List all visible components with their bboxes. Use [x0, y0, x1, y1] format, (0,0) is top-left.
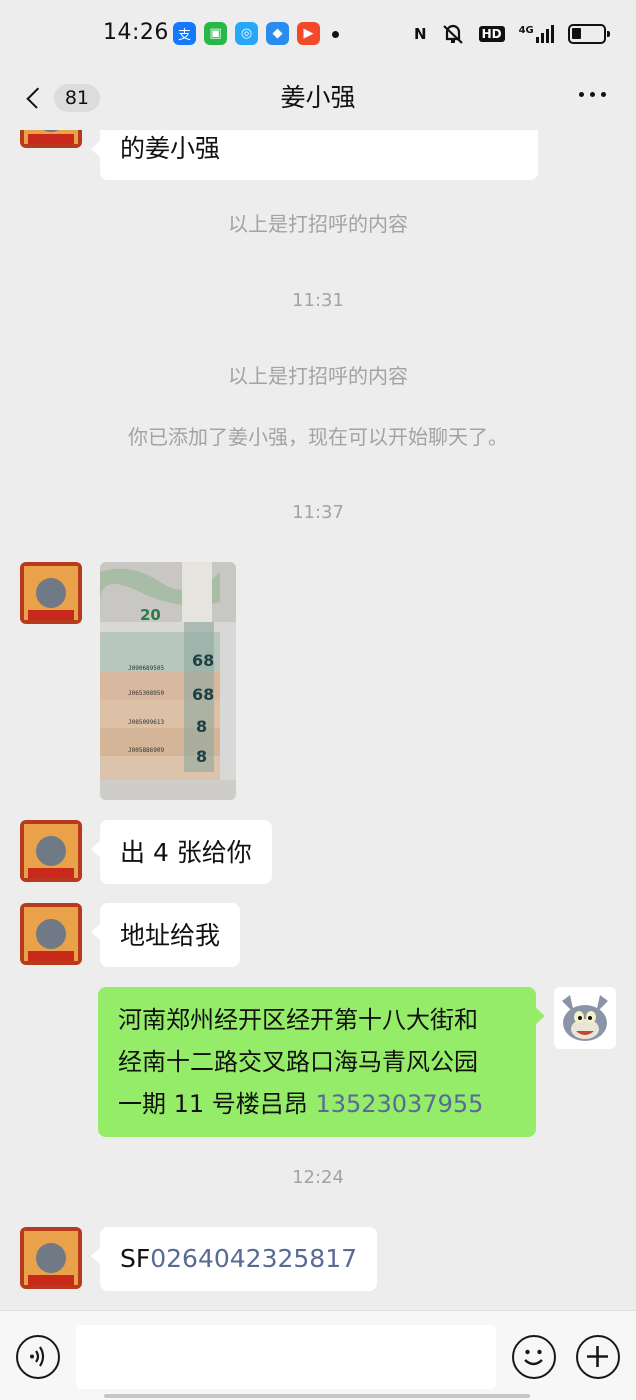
- photo-serial: J090689505: [128, 665, 165, 672]
- my-avatar[interactable]: [554, 987, 616, 1049]
- message-text: 地址给我: [120, 921, 221, 950]
- battery-icon: [567, 24, 610, 44]
- alipay-icon: 支: [173, 22, 196, 45]
- feather-app-icon: ◆: [266, 22, 289, 45]
- network-type: 4G: [518, 25, 534, 36]
- more-functions-button[interactable]: [576, 1335, 620, 1379]
- contact-avatar[interactable]: [20, 130, 82, 148]
- status-bar: 14:26 支 ▣ ◎ ◆ ▶ N HD 4G: [0, 0, 636, 70]
- message-text: 经南十二路交叉路口海马青风公园: [118, 1048, 478, 1076]
- message-app-icon: ▣: [204, 22, 227, 45]
- input-bar: [0, 1310, 636, 1400]
- message-text: 出 4 张给你: [120, 838, 252, 867]
- notification-icons: 支 ▣ ◎ ◆ ▶: [173, 22, 320, 45]
- more-options-button[interactable]: [579, 92, 606, 97]
- contact-avatar[interactable]: [20, 820, 82, 882]
- phone-number-link[interactable]: 13523037955: [315, 1090, 483, 1118]
- message-text: SF: [120, 1244, 151, 1273]
- hd-icon: HD: [478, 26, 505, 42]
- photo-denomination: 68: [192, 685, 214, 704]
- message-input[interactable]: [76, 1325, 496, 1389]
- message-bubble-incoming[interactable]: 地址给我: [90, 903, 241, 967]
- contact-avatar[interactable]: [20, 903, 82, 965]
- status-time: 14:26: [103, 20, 169, 45]
- contact-avatar[interactable]: [20, 1227, 82, 1289]
- friend-added-note: 你已添加了姜小强，现在可以开始聊天了。: [128, 425, 508, 449]
- more-notifications-dot: [332, 31, 339, 38]
- nfc-icon: N: [414, 25, 427, 43]
- message-bubble-incoming[interactable]: SF0264042325817: [90, 1227, 378, 1291]
- system-note: 以上是打招呼的内容: [228, 212, 408, 236]
- photo-denomination: 68: [192, 651, 214, 670]
- chat-header: 81 姜小强: [0, 70, 636, 130]
- photo-denomination: 8: [196, 717, 207, 736]
- timestamp: 11:31: [292, 290, 344, 311]
- photo-denomination: 8: [196, 747, 207, 766]
- contact-avatar[interactable]: [20, 562, 82, 624]
- message-bubble-incoming[interactable]: 的姜小强: [91, 130, 538, 180]
- more-dot-icon: [579, 92, 584, 97]
- timestamp: 12:24: [292, 1167, 344, 1188]
- plus-icon: [587, 1346, 608, 1367]
- mute-icon: [442, 24, 463, 44]
- chat-messages[interactable]: 的姜小强 以上是打招呼的内容 11:31 以上是打招呼的内容 你已添加了姜小强，…: [0, 130, 636, 1310]
- tracking-number-link[interactable]: 0264042325817: [150, 1244, 357, 1273]
- scroll-indicator: [104, 1394, 530, 1398]
- browser-app-icon: ◎: [235, 22, 258, 45]
- timestamp: 11:37: [292, 502, 344, 523]
- emoji-button[interactable]: [512, 1335, 556, 1379]
- message-text: 河南郑州经开区经开第十八大街和: [118, 1006, 478, 1034]
- voice-button[interactable]: [16, 1335, 60, 1379]
- message-bubble-outgoing[interactable]: 河南郑州经开区经开第十八大街和 经南十二路交叉路口海马青风公园 一期 11 号楼…: [98, 987, 545, 1137]
- signal-icon: 4G: [519, 25, 554, 43]
- video-app-icon: ▶: [297, 22, 320, 45]
- message-text: 的姜小强: [120, 134, 221, 163]
- message-text: 一期 11 号楼吕昂: [118, 1090, 316, 1118]
- voice-icon: [30, 1346, 45, 1367]
- photo-serial: J005886909: [128, 747, 165, 754]
- system-icons: N HD 4G: [414, 23, 610, 45]
- photo-serial: J085099613: [128, 719, 165, 726]
- emoji-icon: [524, 1349, 543, 1366]
- message-bubble-incoming[interactable]: 出 4 张给你: [91, 820, 272, 884]
- image-message[interactable]: 20 68 68 8 8 J090689505 J065308950 J0850…: [100, 562, 236, 800]
- photo-banner-number: 20: [140, 606, 161, 624]
- chat-title: 姜小强: [280, 83, 356, 112]
- system-note: 以上是打招呼的内容: [228, 364, 408, 388]
- photo-serial: J065308950: [128, 690, 165, 697]
